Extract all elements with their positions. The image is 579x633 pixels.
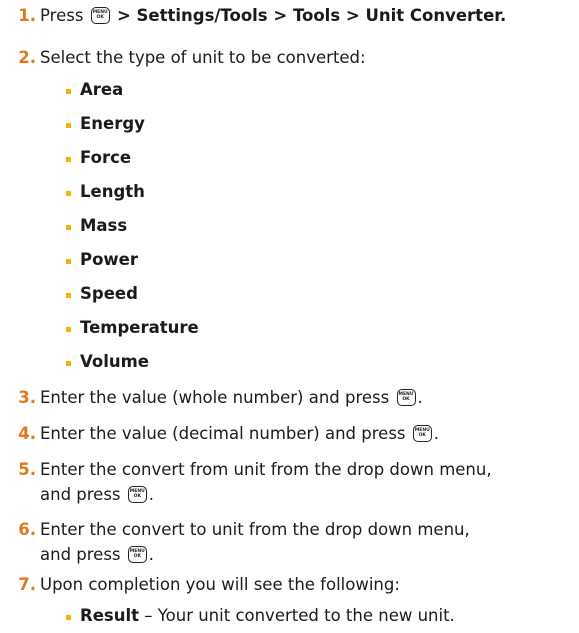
- step-text: Enter the convert from unit from the dro…: [40, 460, 492, 479]
- menu-ok-key-icon: MENU OK: [127, 486, 147, 503]
- bullet-square-icon: [66, 89, 71, 94]
- bullet-square-icon: [66, 293, 71, 298]
- instruction-page: 1 Press MENUOK > Settings/Tools > Tools …: [0, 0, 579, 633]
- menu-ok-key-icon: MENU OK: [412, 425, 432, 442]
- bullet-square-icon: [66, 327, 71, 332]
- step-text: Press: [40, 6, 84, 25]
- bullet-square-icon: [66, 361, 71, 366]
- result-description: – Your unit converted to the new unit.: [139, 606, 455, 625]
- result-label: Result: [80, 606, 140, 625]
- menu-ok-key-icon: MENU OK: [127, 546, 147, 563]
- step-text: Enter the convert to unit from the drop …: [40, 520, 470, 539]
- step-text: Upon completion you will see the followi…: [40, 575, 400, 594]
- step-number: 1: [14, 3, 36, 28]
- step-number: 3: [14, 385, 36, 410]
- step-number: 4: [14, 421, 36, 446]
- bullet-square-icon: [66, 123, 71, 128]
- step-text-cont: and press: [40, 545, 121, 564]
- step-text: Enter the value (whole number) and press: [40, 388, 390, 407]
- menu-path: > Settings/Tools > Tools > Unit Converte…: [116, 6, 507, 25]
- bullet-square-icon: [66, 191, 71, 196]
- step-number: 2: [14, 45, 36, 70]
- step-text: Enter the value (decimal number) and pre…: [40, 424, 406, 443]
- bullet-square-icon: [66, 157, 71, 162]
- step-text-cont: and press: [40, 485, 121, 504]
- step-number: 6: [14, 517, 36, 542]
- menu-ok-key-icon: MENU OK: [396, 389, 416, 406]
- bullet-square-icon: [66, 259, 71, 264]
- bullet-square-icon: [66, 225, 71, 230]
- step-number: 7: [14, 572, 36, 597]
- bullet-square-icon: [66, 615, 71, 620]
- step-text: Select the type of unit to be converted:: [40, 48, 366, 67]
- menu-ok-key-icon: MENU OK: [90, 7, 110, 24]
- step-number: 5: [14, 457, 36, 482]
